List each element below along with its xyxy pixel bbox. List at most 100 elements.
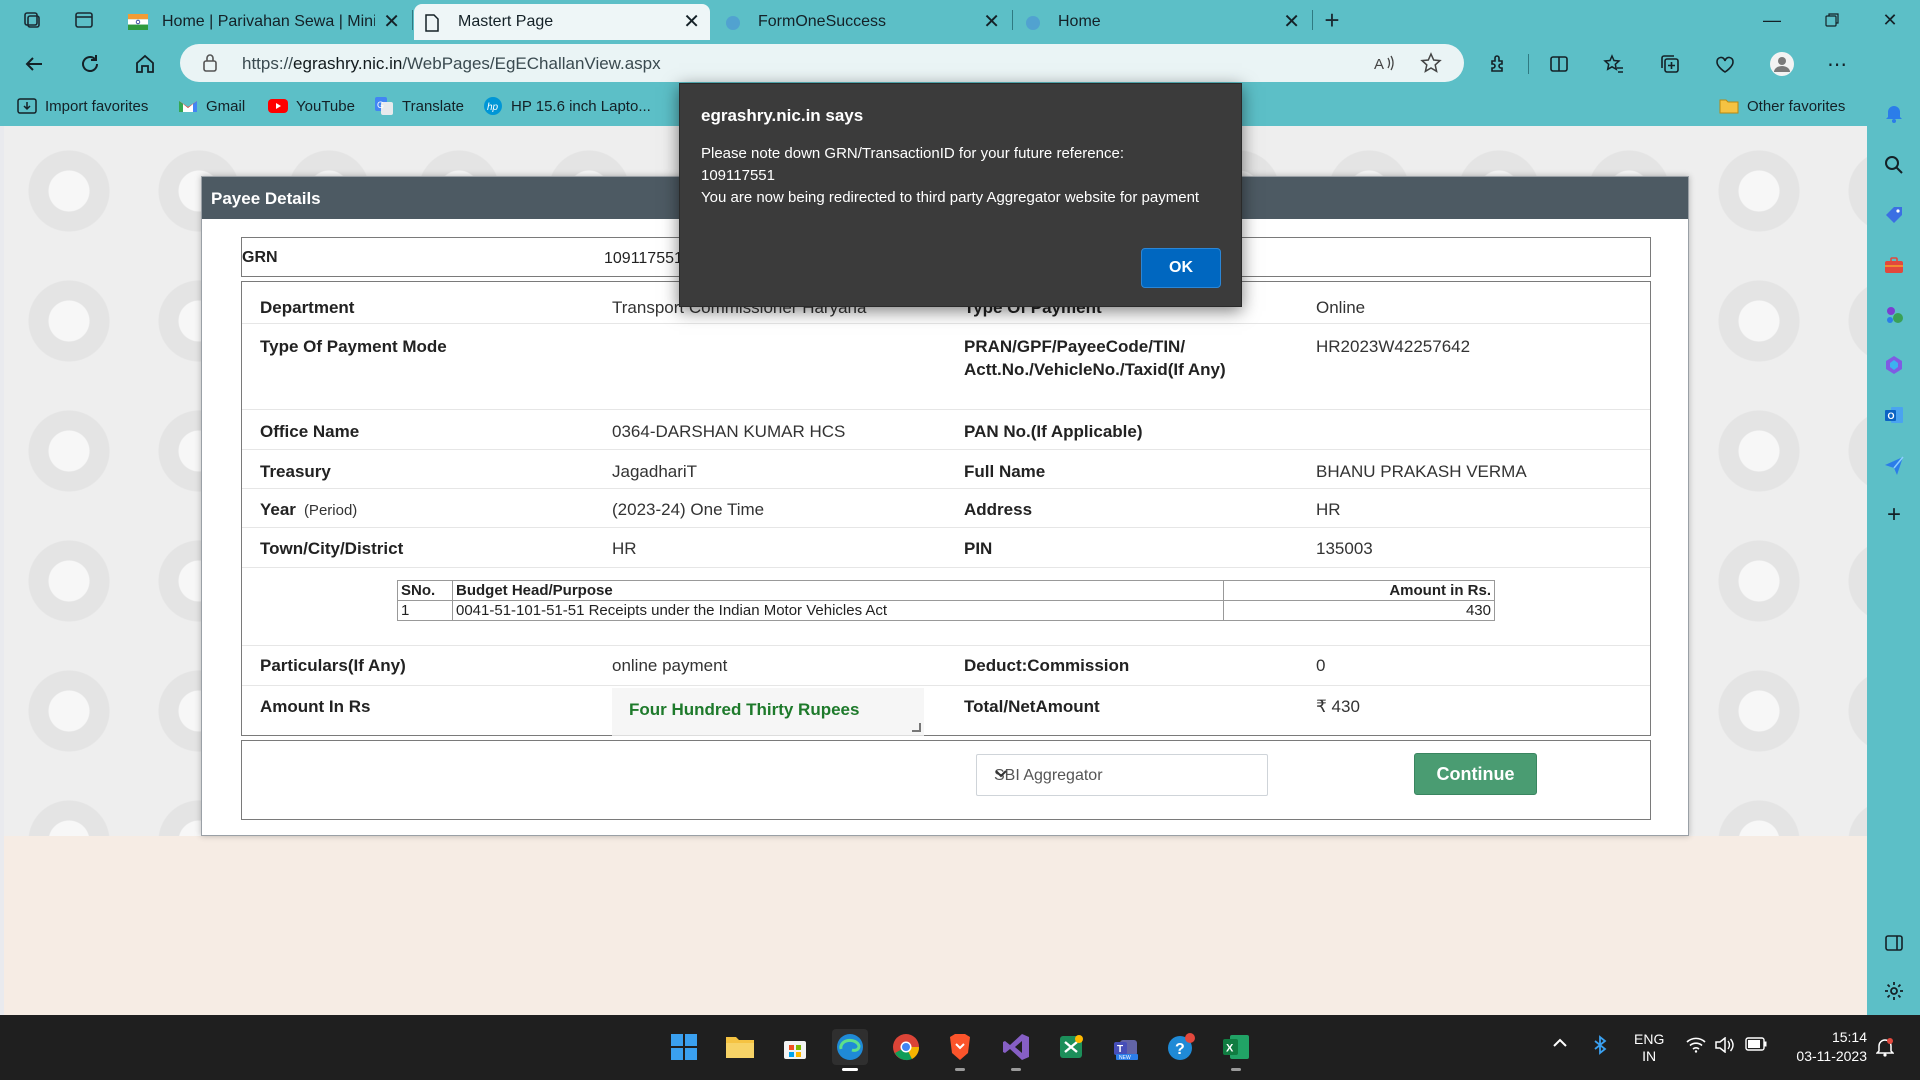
close-window-icon[interactable]: ✕ [1870,4,1910,36]
workspaces-icon[interactable] [20,8,44,32]
svg-text:G: G [377,100,384,110]
send-icon[interactable] [1881,452,1907,478]
get-help-icon[interactable]: ? [1163,1029,1199,1065]
cell-sno: 1 [397,600,453,621]
start-icon[interactable] [666,1029,702,1065]
wifi-icon[interactable] [1686,1037,1706,1056]
edge-taskbar-icon[interactable] [832,1029,868,1071]
refresh-icon[interactable] [76,50,104,78]
running-indicator [1011,1068,1021,1071]
town-value: HR [612,539,637,558]
row-office-name: Office Name 0364-DARSHAN KUMAR HCS PAN N… [242,410,1650,450]
settings-gear-icon[interactable] [1881,978,1907,1004]
notification-bell-icon[interactable] [1875,1037,1895,1060]
home-icon[interactable] [131,50,159,78]
profile-avatar[interactable] [1768,50,1796,78]
microsoft-store-icon[interactable] [777,1029,813,1065]
payment-actions: SBI Aggregator Continue [241,740,1651,820]
type-of-payment-value: Online [1316,298,1366,317]
more-options-icon[interactable]: ⋯ [1823,50,1851,78]
fav-label: Other favorites [1747,97,1846,115]
extensions-icon[interactable] [1485,50,1513,78]
resize-grip-icon[interactable] [912,723,921,732]
treasury-value: JagadhariT [612,462,698,481]
shopping-tag-icon[interactable] [1881,202,1907,228]
ok-button[interactable]: OK [1141,248,1221,288]
amount-words-text: Four Hundred Thirty Rupees [629,700,860,719]
chrome-icon[interactable] [888,1029,924,1065]
lock-icon[interactable] [202,53,218,78]
total-label: Total/NetAmount [964,697,1100,716]
visual-studio-icon[interactable] [998,1029,1034,1071]
tab-divider [1312,10,1313,30]
split-screen-icon[interactable] [1545,50,1573,78]
grn-value: 109117551 [604,250,683,267]
amount-in-rs-label: Amount In Rs [260,697,371,716]
clock[interactable]: 15:14 03-11-2023 [1785,1028,1867,1066]
read-aloud-icon[interactable]: A [1373,52,1395,79]
bluetooth-icon[interactable] [1593,1035,1607,1058]
header-amount: Amount in Rs. [1223,580,1495,601]
fav-gmail[interactable]: Gmail [178,96,245,116]
fav-hp-laptop[interactable]: hp HP 15.6 inch Lapto... [483,96,651,116]
address-bar[interactable]: https://egrashry.nic.in/WebPages/EgEChal… [180,44,1464,82]
tab-home[interactable]: Home ✕ [1014,4,1310,40]
new-tab-icon[interactable]: + [1320,5,1344,35]
browser-essentials-icon[interactable] [1711,50,1739,78]
close-tab-icon[interactable]: ✕ [1283,12,1300,32]
minimize-icon[interactable]: — [1752,4,1792,36]
continue-button[interactable]: Continue [1414,753,1537,795]
hide-sidebar-icon[interactable] [1881,930,1907,956]
add-icon[interactable]: + [1881,501,1907,528]
tab-parivahan[interactable]: Home | Parivahan Sewa | Ministr ✕ [118,4,410,40]
volume-icon[interactable] [1714,1036,1734,1056]
games-icon[interactable] [1881,302,1907,328]
tab-formonesuccess[interactable]: FormOneSuccess ✕ [714,4,1010,40]
back-icon[interactable] [20,50,48,78]
excel-icon[interactable]: X [1218,1029,1254,1071]
search-icon[interactable] [1881,152,1907,178]
youtube-icon [268,96,288,116]
svg-text:hp: hp [487,102,499,113]
hp-icon: hp [483,96,503,116]
pran-label: PRAN/GPF/PayeeCode/TIN/ Actt.No./Vehicle… [964,337,1226,379]
favorites-icon[interactable] [1600,50,1628,78]
microsoft-365-icon[interactable] [1881,352,1907,378]
tab-mastert-page[interactable]: Mastert Page ✕ [414,4,710,40]
amount-words-textarea[interactable]: Four Hundred Thirty Rupees [612,688,924,736]
row-payment-mode: Type Of Payment Mode PRAN/GPF/PayeeCode/… [242,324,1650,410]
full-name-value: BHANU PRAKASH VERMA [1316,462,1527,481]
fav-translate[interactable]: G Translate [374,96,464,116]
fav-other-favorites[interactable]: Other favorites [1719,96,1845,116]
fav-import-favorites[interactable]: Import favorites [17,96,148,116]
tools-briefcase-icon[interactable] [1881,252,1907,278]
tab-actions-icon[interactable] [72,8,96,32]
restore-icon[interactable] [1812,4,1852,36]
language-indicator[interactable]: ENG IN [1634,1031,1664,1065]
toolbar: https://egrashry.nic.in/WebPages/EgEChal… [0,40,1920,88]
notifications-icon[interactable] [1881,100,1907,126]
details-table: Department Transport Commissioner Haryan… [241,281,1651,736]
chevron-down-icon [994,766,1255,785]
collections-icon[interactable] [1656,50,1684,78]
svg-text:A: A [1374,56,1384,73]
favorite-star-icon[interactable] [1420,52,1442,79]
tab-divider [1012,10,1013,30]
snipping-tool-icon[interactable] [1053,1029,1089,1065]
aggregator-select[interactable]: SBI Aggregator [976,754,1268,796]
close-tab-icon[interactable]: ✕ [983,12,1000,32]
brave-icon[interactable] [942,1029,978,1071]
alert-dialog: egrashry.nic.in says Please note down GR… [679,83,1242,307]
dialog-message: Please note down GRN/TransactionID for y… [701,143,1221,209]
dialog-line-2: 109117551 [701,167,775,184]
fav-youtube[interactable]: YouTube [268,96,355,116]
close-tab-icon[interactable]: ✕ [683,12,700,32]
close-tab-icon[interactable]: ✕ [383,12,400,32]
show-hidden-icons-icon[interactable] [1552,1035,1568,1054]
year-period-label: (Period) [303,502,358,519]
outlook-icon[interactable]: O [1881,402,1907,428]
teams-icon[interactable]: T NEW [1108,1029,1144,1065]
grn-label: GRN [242,249,278,266]
battery-icon[interactable] [1745,1037,1767,1054]
file-explorer-icon[interactable] [722,1029,758,1065]
